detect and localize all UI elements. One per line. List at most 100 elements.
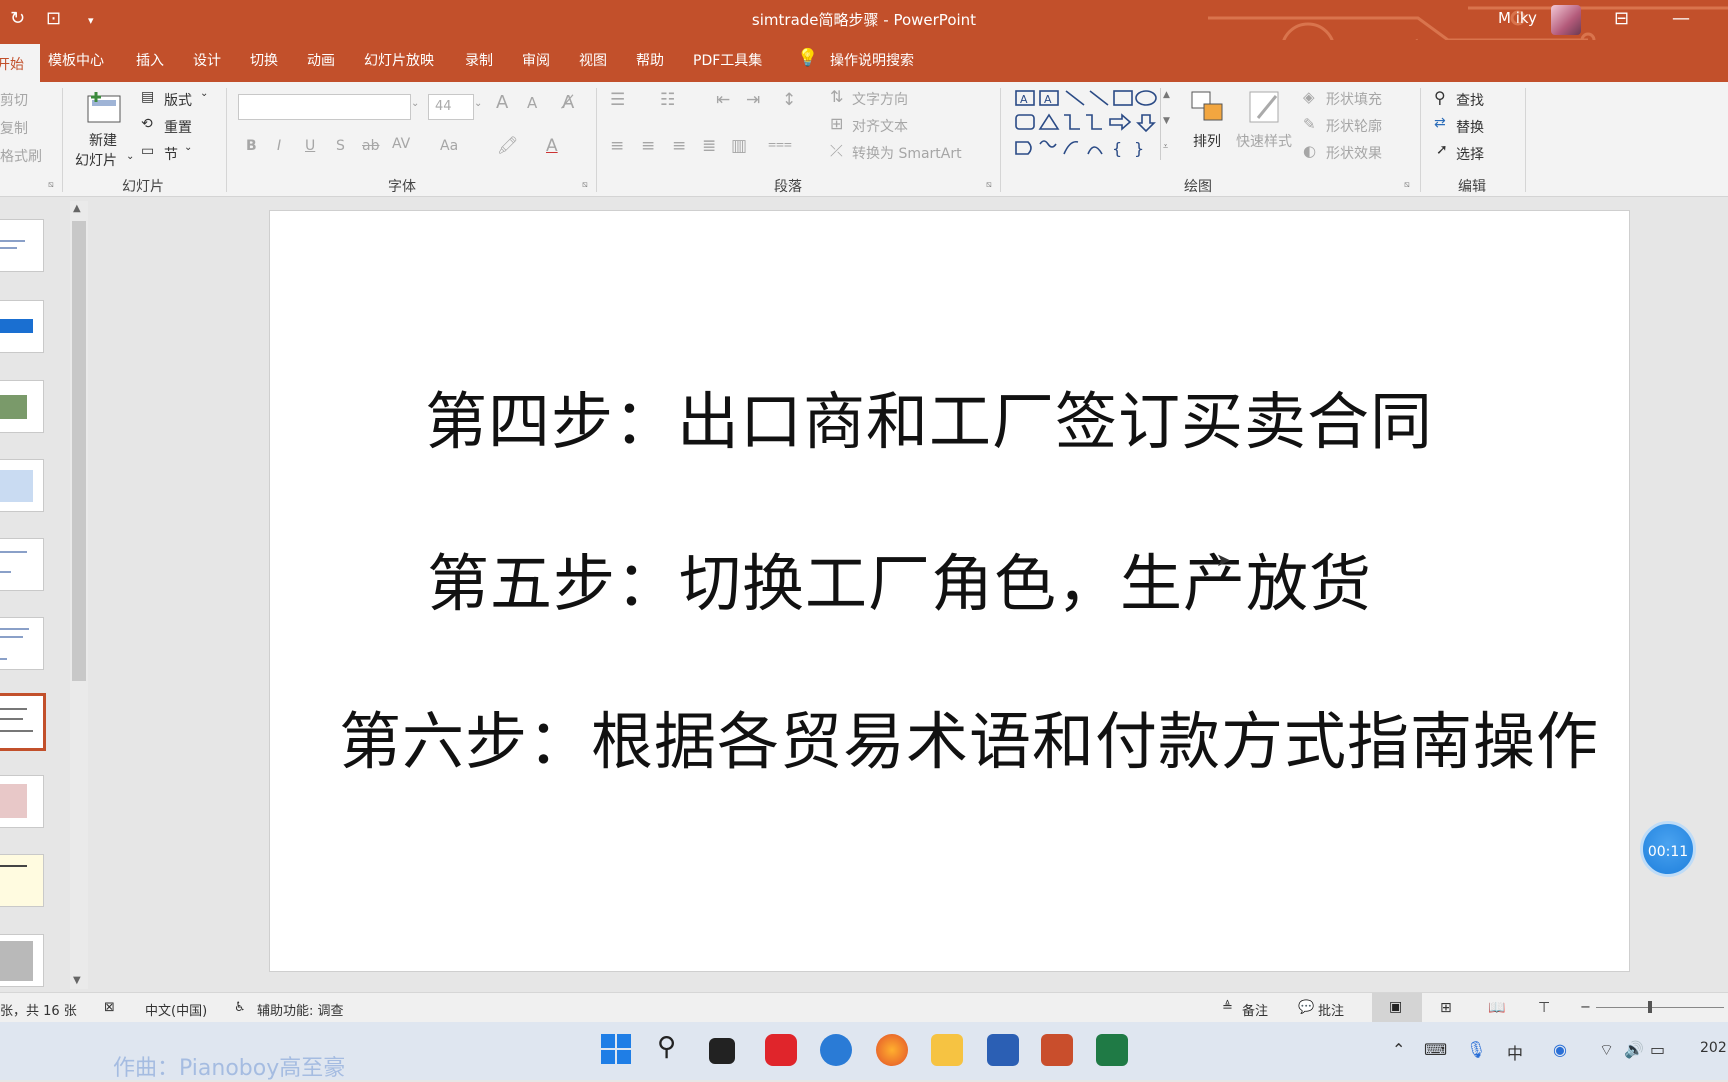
font-color-button[interactable]: A [546,136,558,156]
clock-partial[interactable]: 202 [1700,1040,1727,1056]
numbering-icon[interactable]: ☷ [660,90,675,110]
tab-animations[interactable]: 动画 [307,50,335,70]
align-center-icon[interactable]: ≡ [641,136,655,156]
slide-sorter-icon[interactable]: ⊞ [1440,1000,1452,1016]
microphone-icon[interactable]: 🎙 [1466,1040,1486,1059]
tab-home[interactable]: 开始 [0,44,40,82]
change-case-button[interactable]: Aa [440,138,458,154]
bullets-icon[interactable]: ☰ [610,90,625,110]
cut-button[interactable]: 剪切 [0,90,28,110]
columns-icon[interactable]: ▥ [731,136,747,156]
bold-button[interactable]: B [246,138,257,154]
convert-smartart-button[interactable]: 转换为 SmartArt [852,143,962,163]
size-dropdown-icon[interactable]: ⌄ [474,98,482,109]
slide-thumbnail[interactable] [0,617,44,670]
tab-template-center[interactable]: 模板中心 [48,50,104,70]
shape-fill-button[interactable]: 形状填充 [1326,89,1382,109]
user-avatar[interactable] [1551,5,1581,35]
shape-effects-button[interactable]: 形状效果 [1326,143,1382,163]
shrink-font-icon[interactable]: A [527,94,537,112]
text-direction-button[interactable]: 文字方向 [852,89,908,109]
new-slide-label-2[interactable]: 幻灯片 [75,150,117,170]
new-slide-label-1[interactable]: 新建 [89,130,117,150]
tab-design[interactable]: 设计 [193,50,221,70]
powerpoint-icon[interactable] [1041,1034,1073,1066]
paragraph-launcher-icon[interactable]: ⧅ [986,180,992,190]
slide-thumbnail[interactable] [0,854,44,907]
chevron-down-icon[interactable]: ⌄ [184,142,192,153]
increase-indent-icon[interactable]: ⇥ [746,90,760,110]
recording-timer[interactable]: 00:11 [1640,821,1696,877]
search-icon[interactable]: ⚲ [657,1032,676,1062]
tab-pdf-tools[interactable]: PDF工具集 [693,50,762,70]
format-painter-button[interactable]: 格式刷 [0,146,42,166]
italic-button[interactable]: I [277,138,281,154]
tab-record[interactable]: 录制 [465,50,493,70]
copy-button[interactable]: 复制 [0,118,28,138]
windows-start-icon[interactable] [601,1034,631,1064]
gallery-scroll[interactable]: ▲ ▼ ⩡ [1160,88,1175,160]
slide-thumbnail[interactable] [0,300,44,353]
firefox-icon[interactable] [876,1034,908,1066]
language-indicator[interactable]: 中文(中国) [145,1000,207,1019]
grow-font-icon[interactable]: A [496,92,508,113]
zoom-slider-thumb[interactable] [1648,1001,1652,1013]
align-text-button[interactable]: 对齐文本 [852,116,908,136]
minimize-icon[interactable]: — [1672,8,1690,29]
step-5-text[interactable]: 第五步：切换工厂角色，生产放货 [427,533,1372,623]
section-button[interactable]: 节 [164,144,178,164]
clipboard-launcher-icon[interactable]: ⧅ [48,180,54,190]
file-explorer-icon[interactable] [931,1034,963,1066]
tab-help[interactable]: 帮助 [636,50,664,70]
clear-formatting-icon[interactable]: A̸ [562,92,574,113]
tab-slideshow[interactable]: 幻灯片放映 [364,50,434,70]
align-right-icon[interactable]: ≡ [672,136,686,156]
battery-icon[interactable]: ▭ [1650,1040,1665,1059]
slide-thumbnail[interactable] [0,459,44,512]
font-dropdown-icon[interactable]: ⌄ [411,98,419,109]
word-icon[interactable] [987,1034,1019,1066]
slide-thumbnail[interactable] [0,380,44,433]
accessibility-status[interactable]: 辅助功能: 调查 [257,1000,344,1019]
distributed-icon[interactable]: ⩶ [768,136,792,152]
drawing-launcher-icon[interactable]: ⧅ [1404,180,1410,190]
tell-me-search[interactable]: 操作说明搜索 [830,50,914,70]
zoom-slider[interactable] [1596,1007,1724,1008]
scroll-down-icon[interactable]: ▼ [73,975,81,986]
slide-thumbnail[interactable] [0,219,44,272]
netease-music-icon[interactable] [765,1034,797,1066]
step-4-text[interactable]: 第四步：出口商和工厂签订买卖合同 [425,371,1433,461]
input-method-icon[interactable]: 中 [1507,1040,1523,1064]
decrease-indent-icon[interactable]: ⇤ [716,90,730,110]
slide-thumbnail-selected[interactable] [0,693,46,751]
slide-canvas[interactable]: 第四步：出口商和工厂签订买卖合同 第五步：切换工厂角色，生产放货 第六步：根据各… [269,210,1630,972]
font-launcher-icon[interactable]: ⧅ [582,180,588,190]
slide-thumbnail[interactable] [0,538,44,591]
line-spacing-icon[interactable]: ↕ [782,90,796,110]
reset-button[interactable]: 重置 [164,117,192,137]
user-name[interactable]: M iky [1498,9,1537,27]
quick-styles-button[interactable]: 快速样式 [1236,131,1292,151]
step-6-text[interactable]: 第六步：根据各贸易术语和付款方式指南操作 [339,691,1599,781]
scroll-up-icon[interactable]: ▲ [73,203,81,214]
align-left-icon[interactable]: ≡ [610,136,624,156]
scroll-thumb[interactable] [72,221,86,681]
replace-button[interactable]: 替换 [1456,117,1484,137]
underline-button[interactable]: U [305,138,315,154]
strikethrough-button[interactable]: ab [362,138,379,154]
shape-outline-button[interactable]: 形状轮廓 [1326,116,1382,136]
chevron-down-icon[interactable]: ⌄ [200,88,208,99]
notes-button[interactable]: 备注 [1242,1000,1268,1019]
character-spacing-button[interactable]: AV [392,136,410,152]
keyboard-icon[interactable]: ⌨ [1424,1040,1447,1059]
volume-icon[interactable]: 🔊 [1624,1040,1644,1059]
comments-button[interactable]: 批注 [1318,1000,1344,1019]
slideshow-view-icon[interactable]: ⊤ [1538,1000,1550,1016]
ime-app-icon[interactable]: ◉ [1553,1040,1567,1059]
tab-review[interactable]: 审阅 [522,50,550,70]
tab-transitions[interactable]: 切换 [250,50,278,70]
font-size-field[interactable]: 44 [428,94,474,120]
wifi-icon[interactable]: ⌔ [1599,1040,1614,1060]
justify-icon[interactable]: ≣ [702,136,716,156]
excel-icon[interactable] [1096,1034,1128,1066]
